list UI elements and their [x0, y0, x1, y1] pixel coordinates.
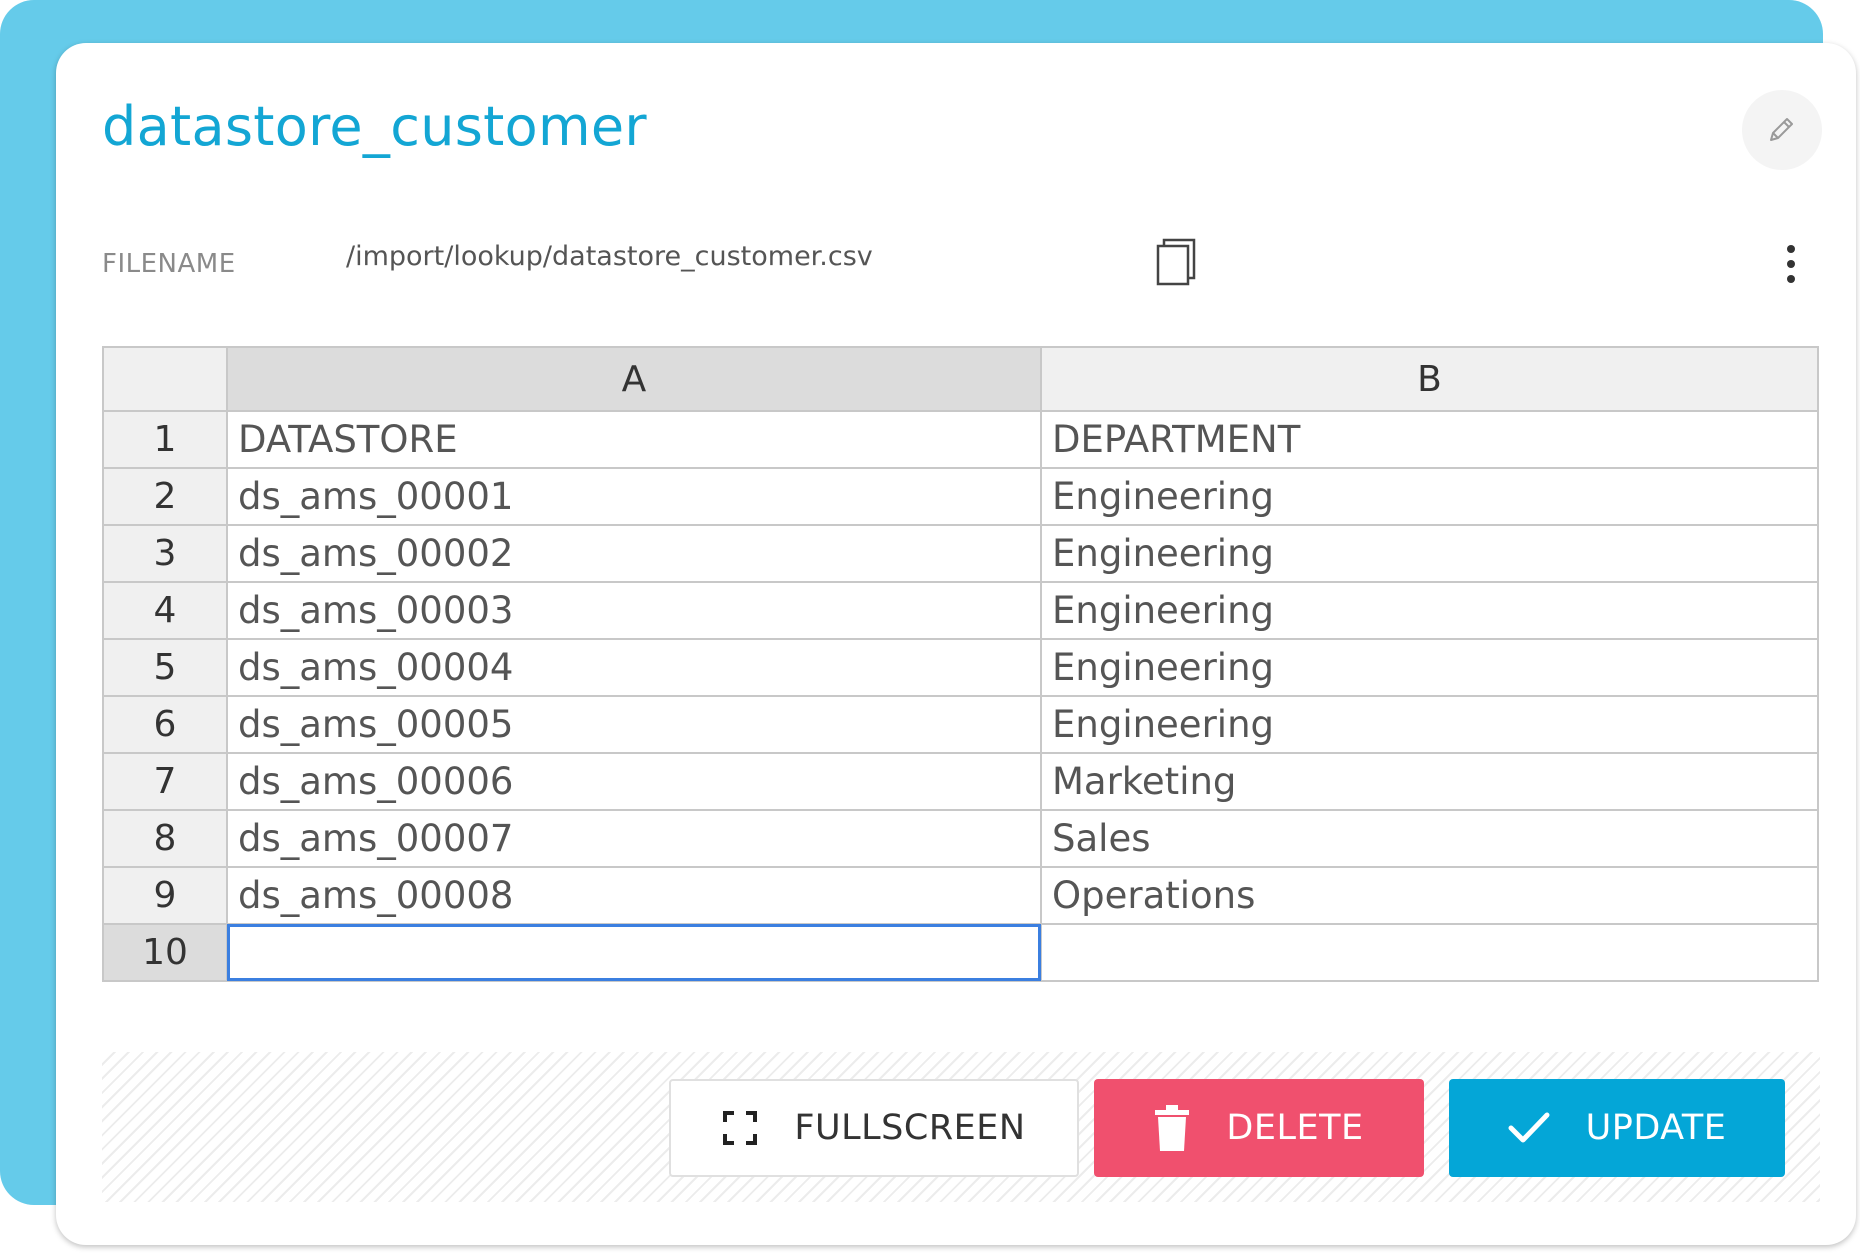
table-row: 6 ds_ams_00005 Engineering: [102, 695, 1819, 754]
cell-b3[interactable]: Engineering: [1040, 524, 1819, 583]
fullscreen-label: FULLSCREEN: [794, 1108, 1026, 1148]
table-row: 4 ds_ams_00003 Engineering: [102, 581, 1819, 640]
cell-b9[interactable]: Operations: [1040, 866, 1819, 925]
cell-b4[interactable]: Engineering: [1040, 581, 1819, 640]
row-header[interactable]: 9: [102, 866, 228, 925]
row-header[interactable]: 8: [102, 809, 228, 868]
cell-a8[interactable]: ds_ams_00007: [226, 809, 1042, 868]
cell-b5[interactable]: Engineering: [1040, 638, 1819, 697]
column-header-a[interactable]: A: [226, 346, 1042, 412]
cell-b8[interactable]: Sales: [1040, 809, 1819, 868]
cell-a3[interactable]: ds_ams_00002: [226, 524, 1042, 583]
cell-b1[interactable]: DEPARTMENT: [1040, 410, 1819, 469]
edit-button[interactable]: [1742, 90, 1822, 170]
spreadsheet-grid: A B 1 DATASTORE DEPARTMENT 2 ds_ams_0000…: [102, 346, 1819, 982]
table-row: 9 ds_ams_00008 Operations: [102, 866, 1819, 925]
fullscreen-icon: [722, 1110, 758, 1146]
row-header[interactable]: 7: [102, 752, 228, 811]
table-row: 3 ds_ams_00002 Engineering: [102, 524, 1819, 583]
more-options-button[interactable]: [1771, 237, 1811, 293]
row-header[interactable]: 2: [102, 467, 228, 526]
row-header[interactable]: 4: [102, 581, 228, 640]
column-header-row: A B: [102, 346, 1819, 412]
table-row: 10: [102, 923, 1819, 982]
cell-a9[interactable]: ds_ams_00008: [226, 866, 1042, 925]
copy-filename-button[interactable]: [1146, 233, 1206, 293]
cell-a4[interactable]: ds_ams_00003: [226, 581, 1042, 640]
check-icon: [1508, 1111, 1550, 1145]
cell-b6[interactable]: Engineering: [1040, 695, 1819, 754]
pencil-icon: [1767, 114, 1797, 147]
row-header[interactable]: 10: [102, 923, 228, 982]
lookup-card: datastore_customer FILENAME /import/look…: [56, 43, 1856, 1245]
table-row: 5 ds_ams_00004 Engineering: [102, 638, 1819, 697]
delete-label: DELETE: [1226, 1108, 1364, 1148]
page-title: datastore_customer: [102, 95, 647, 158]
cell-a6[interactable]: ds_ams_00005: [226, 695, 1042, 754]
cell-a1[interactable]: DATASTORE: [226, 410, 1042, 469]
action-bar: FULLSCREEN DELETE UPDATE: [102, 1052, 1820, 1202]
row-header[interactable]: 1: [102, 410, 228, 469]
cell-a2[interactable]: ds_ams_00001: [226, 467, 1042, 526]
more-vertical-icon: [1786, 244, 1796, 287]
cell-a5[interactable]: ds_ams_00004: [226, 638, 1042, 697]
cell-b2[interactable]: Engineering: [1040, 467, 1819, 526]
fullscreen-button[interactable]: FULLSCREEN: [669, 1079, 1079, 1177]
row-header[interactable]: 3: [102, 524, 228, 583]
cell-a10-selected[interactable]: [226, 923, 1042, 982]
row-header[interactable]: 5: [102, 638, 228, 697]
copy-icon: [1154, 236, 1198, 291]
cell-a7[interactable]: ds_ams_00006: [226, 752, 1042, 811]
filename-value: /import/lookup/datastore_customer.csv: [346, 241, 873, 272]
row-header[interactable]: 6: [102, 695, 228, 754]
delete-button[interactable]: DELETE: [1094, 1079, 1424, 1177]
table-row: 8 ds_ams_00007 Sales: [102, 809, 1819, 868]
trash-icon: [1154, 1105, 1190, 1151]
table-row: 7 ds_ams_00006 Marketing: [102, 752, 1819, 811]
cell-b10[interactable]: [1040, 923, 1819, 982]
cell-b7[interactable]: Marketing: [1040, 752, 1819, 811]
update-label: UPDATE: [1585, 1108, 1727, 1148]
update-button[interactable]: UPDATE: [1449, 1079, 1785, 1177]
table-row: 2 ds_ams_00001 Engineering: [102, 467, 1819, 526]
corner-cell[interactable]: [102, 346, 228, 412]
filename-label: FILENAME: [102, 249, 236, 279]
table-row: 1 DATASTORE DEPARTMENT: [102, 410, 1819, 469]
column-header-b[interactable]: B: [1040, 346, 1819, 412]
